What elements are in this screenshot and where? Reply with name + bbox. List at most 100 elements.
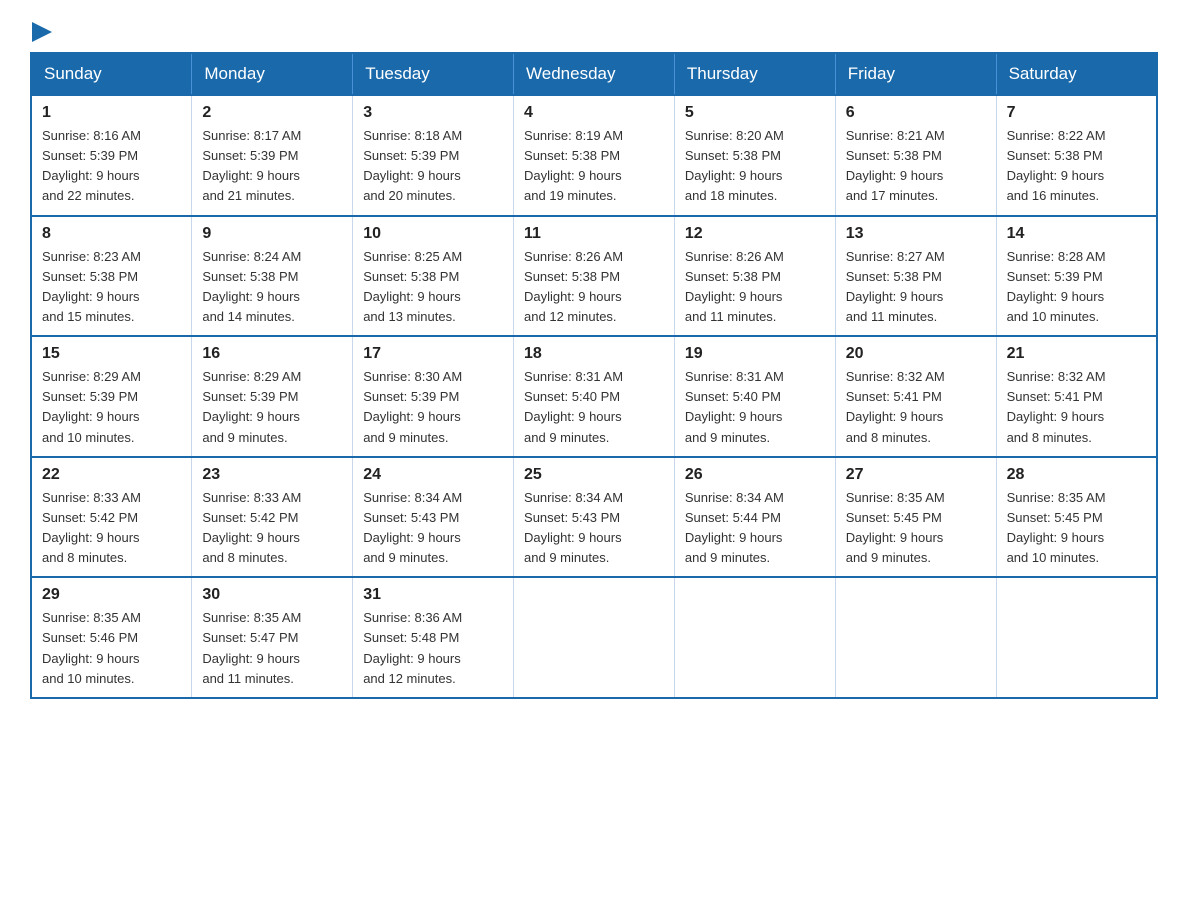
day-info: Sunrise: 8:35 AM Sunset: 5:46 PM Dayligh…: [42, 608, 181, 689]
day-info: Sunrise: 8:33 AM Sunset: 5:42 PM Dayligh…: [202, 488, 342, 569]
day-number: 2: [202, 104, 342, 122]
week-row-4: 22 Sunrise: 8:33 AM Sunset: 5:42 PM Dayl…: [31, 457, 1157, 578]
day-number: 10: [363, 225, 503, 243]
calendar-cell: 21 Sunrise: 8:32 AM Sunset: 5:41 PM Dayl…: [996, 336, 1157, 457]
calendar-cell: 4 Sunrise: 8:19 AM Sunset: 5:38 PM Dayli…: [514, 95, 675, 216]
calendar-cell: 24 Sunrise: 8:34 AM Sunset: 5:43 PM Dayl…: [353, 457, 514, 578]
day-number: 19: [685, 345, 825, 363]
day-info: Sunrise: 8:27 AM Sunset: 5:38 PM Dayligh…: [846, 247, 986, 328]
calendar-cell: [835, 577, 996, 698]
calendar-cell: 29 Sunrise: 8:35 AM Sunset: 5:46 PM Dayl…: [31, 577, 192, 698]
day-info: Sunrise: 8:34 AM Sunset: 5:43 PM Dayligh…: [363, 488, 503, 569]
calendar-cell: 28 Sunrise: 8:35 AM Sunset: 5:45 PM Dayl…: [996, 457, 1157, 578]
calendar-cell: 8 Sunrise: 8:23 AM Sunset: 5:38 PM Dayli…: [31, 216, 192, 337]
day-number: 16: [202, 345, 342, 363]
day-number: 27: [846, 466, 986, 484]
day-info: Sunrise: 8:20 AM Sunset: 5:38 PM Dayligh…: [685, 126, 825, 207]
calendar-cell: [514, 577, 675, 698]
day-number: 1: [42, 104, 181, 122]
header-day-friday: Friday: [835, 53, 996, 95]
calendar-cell: 3 Sunrise: 8:18 AM Sunset: 5:39 PM Dayli…: [353, 95, 514, 216]
calendar-cell: 26 Sunrise: 8:34 AM Sunset: 5:44 PM Dayl…: [674, 457, 835, 578]
day-number: 25: [524, 466, 664, 484]
header-day-tuesday: Tuesday: [353, 53, 514, 95]
day-number: 31: [363, 586, 503, 604]
day-info: Sunrise: 8:30 AM Sunset: 5:39 PM Dayligh…: [363, 367, 503, 448]
header-day-sunday: Sunday: [31, 53, 192, 95]
page-header: [30, 20, 1158, 42]
header-row: SundayMondayTuesdayWednesdayThursdayFrid…: [31, 53, 1157, 95]
day-info: Sunrise: 8:17 AM Sunset: 5:39 PM Dayligh…: [202, 126, 342, 207]
day-info: Sunrise: 8:35 AM Sunset: 5:45 PM Dayligh…: [846, 488, 986, 569]
day-info: Sunrise: 8:22 AM Sunset: 5:38 PM Dayligh…: [1007, 126, 1146, 207]
day-number: 15: [42, 345, 181, 363]
calendar-cell: 17 Sunrise: 8:30 AM Sunset: 5:39 PM Dayl…: [353, 336, 514, 457]
header-day-thursday: Thursday: [674, 53, 835, 95]
day-info: Sunrise: 8:26 AM Sunset: 5:38 PM Dayligh…: [524, 247, 664, 328]
header-day-monday: Monday: [192, 53, 353, 95]
calendar-cell: 13 Sunrise: 8:27 AM Sunset: 5:38 PM Dayl…: [835, 216, 996, 337]
day-info: Sunrise: 8:26 AM Sunset: 5:38 PM Dayligh…: [685, 247, 825, 328]
day-number: 8: [42, 225, 181, 243]
day-number: 7: [1007, 104, 1146, 122]
logo-arrow-icon: [32, 22, 52, 42]
calendar-cell: [674, 577, 835, 698]
day-number: 21: [1007, 345, 1146, 363]
calendar-cell: 7 Sunrise: 8:22 AM Sunset: 5:38 PM Dayli…: [996, 95, 1157, 216]
day-info: Sunrise: 8:29 AM Sunset: 5:39 PM Dayligh…: [202, 367, 342, 448]
day-number: 4: [524, 104, 664, 122]
calendar-cell: 19 Sunrise: 8:31 AM Sunset: 5:40 PM Dayl…: [674, 336, 835, 457]
calendar-cell: 15 Sunrise: 8:29 AM Sunset: 5:39 PM Dayl…: [31, 336, 192, 457]
day-number: 17: [363, 345, 503, 363]
week-row-1: 1 Sunrise: 8:16 AM Sunset: 5:39 PM Dayli…: [31, 95, 1157, 216]
calendar-cell: 1 Sunrise: 8:16 AM Sunset: 5:39 PM Dayli…: [31, 95, 192, 216]
day-number: 13: [846, 225, 986, 243]
day-info: Sunrise: 8:19 AM Sunset: 5:38 PM Dayligh…: [524, 126, 664, 207]
day-number: 9: [202, 225, 342, 243]
day-info: Sunrise: 8:29 AM Sunset: 5:39 PM Dayligh…: [42, 367, 181, 448]
header-day-wednesday: Wednesday: [514, 53, 675, 95]
day-info: Sunrise: 8:34 AM Sunset: 5:44 PM Dayligh…: [685, 488, 825, 569]
calendar-cell: 27 Sunrise: 8:35 AM Sunset: 5:45 PM Dayl…: [835, 457, 996, 578]
day-number: 6: [846, 104, 986, 122]
day-number: 30: [202, 586, 342, 604]
calendar-cell: 14 Sunrise: 8:28 AM Sunset: 5:39 PM Dayl…: [996, 216, 1157, 337]
day-number: 26: [685, 466, 825, 484]
calendar-cell: 20 Sunrise: 8:32 AM Sunset: 5:41 PM Dayl…: [835, 336, 996, 457]
day-info: Sunrise: 8:33 AM Sunset: 5:42 PM Dayligh…: [42, 488, 181, 569]
day-number: 5: [685, 104, 825, 122]
calendar-cell: 5 Sunrise: 8:20 AM Sunset: 5:38 PM Dayli…: [674, 95, 835, 216]
calendar-cell: 12 Sunrise: 8:26 AM Sunset: 5:38 PM Dayl…: [674, 216, 835, 337]
day-number: 20: [846, 345, 986, 363]
day-info: Sunrise: 8:32 AM Sunset: 5:41 PM Dayligh…: [1007, 367, 1146, 448]
day-info: Sunrise: 8:18 AM Sunset: 5:39 PM Dayligh…: [363, 126, 503, 207]
day-info: Sunrise: 8:35 AM Sunset: 5:45 PM Dayligh…: [1007, 488, 1146, 569]
day-number: 23: [202, 466, 342, 484]
calendar-body: 1 Sunrise: 8:16 AM Sunset: 5:39 PM Dayli…: [31, 95, 1157, 698]
day-number: 29: [42, 586, 181, 604]
logo: [30, 20, 52, 42]
calendar-cell: 31 Sunrise: 8:36 AM Sunset: 5:48 PM Dayl…: [353, 577, 514, 698]
calendar-cell: 18 Sunrise: 8:31 AM Sunset: 5:40 PM Dayl…: [514, 336, 675, 457]
day-info: Sunrise: 8:25 AM Sunset: 5:38 PM Dayligh…: [363, 247, 503, 328]
calendar-cell: [996, 577, 1157, 698]
calendar-cell: 2 Sunrise: 8:17 AM Sunset: 5:39 PM Dayli…: [192, 95, 353, 216]
calendar-table: SundayMondayTuesdayWednesdayThursdayFrid…: [30, 52, 1158, 699]
day-info: Sunrise: 8:21 AM Sunset: 5:38 PM Dayligh…: [846, 126, 986, 207]
week-row-3: 15 Sunrise: 8:29 AM Sunset: 5:39 PM Dayl…: [31, 336, 1157, 457]
day-number: 12: [685, 225, 825, 243]
calendar-cell: 25 Sunrise: 8:34 AM Sunset: 5:43 PM Dayl…: [514, 457, 675, 578]
calendar-header: SundayMondayTuesdayWednesdayThursdayFrid…: [31, 53, 1157, 95]
day-number: 3: [363, 104, 503, 122]
day-info: Sunrise: 8:34 AM Sunset: 5:43 PM Dayligh…: [524, 488, 664, 569]
calendar-cell: 10 Sunrise: 8:25 AM Sunset: 5:38 PM Dayl…: [353, 216, 514, 337]
day-info: Sunrise: 8:16 AM Sunset: 5:39 PM Dayligh…: [42, 126, 181, 207]
day-number: 24: [363, 466, 503, 484]
day-number: 18: [524, 345, 664, 363]
calendar-cell: 11 Sunrise: 8:26 AM Sunset: 5:38 PM Dayl…: [514, 216, 675, 337]
day-info: Sunrise: 8:35 AM Sunset: 5:47 PM Dayligh…: [202, 608, 342, 689]
header-day-saturday: Saturday: [996, 53, 1157, 95]
day-info: Sunrise: 8:36 AM Sunset: 5:48 PM Dayligh…: [363, 608, 503, 689]
day-info: Sunrise: 8:28 AM Sunset: 5:39 PM Dayligh…: [1007, 247, 1146, 328]
calendar-cell: 9 Sunrise: 8:24 AM Sunset: 5:38 PM Dayli…: [192, 216, 353, 337]
